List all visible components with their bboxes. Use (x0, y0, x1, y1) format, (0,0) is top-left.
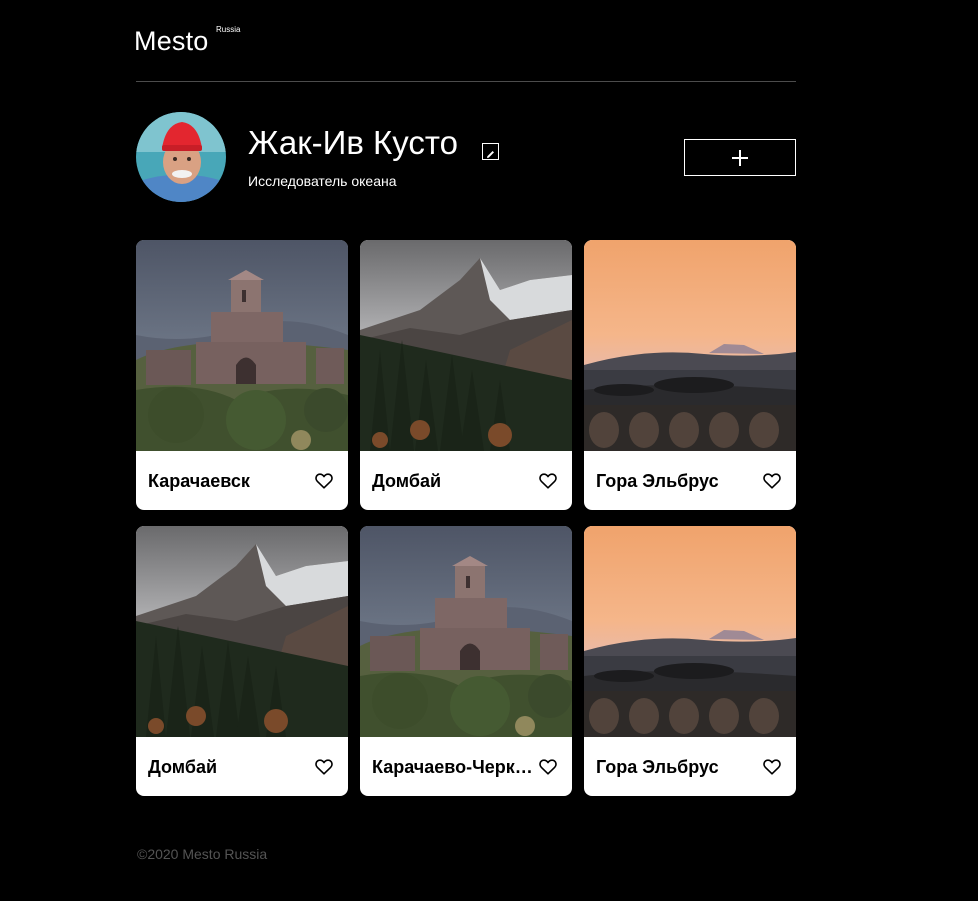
card-footer: Гора Эльбрус (584, 451, 796, 510)
logo-superscript: Russia (216, 25, 241, 34)
heart-icon (763, 759, 781, 775)
card-title: Домбай (372, 470, 442, 491)
heart-icon (763, 473, 781, 489)
card-title: Карачаевск (148, 470, 250, 491)
pencil-icon (486, 147, 495, 158)
card-title: Гора Эльбрус (596, 470, 719, 491)
profile-name: Жак-Ив Кусто (248, 124, 458, 161)
card: Домбай (360, 240, 572, 510)
like-button[interactable] (763, 759, 781, 775)
card-footer: Гора Эльбрус (584, 737, 796, 796)
like-button[interactable] (315, 473, 333, 489)
footer-copyright: ©2020 Mesto Russia (137, 846, 268, 862)
card: Домбай (136, 526, 348, 796)
card-footer: Домбай (360, 451, 572, 510)
like-button[interactable] (539, 759, 557, 775)
logo[interactable]: Mesto (134, 26, 209, 56)
like-button[interactable] (315, 759, 333, 775)
header: Mesto Russia (134, 0, 796, 82)
card-title: Карачаево-Черкесия (372, 756, 537, 777)
plus-icon (732, 149, 748, 166)
heart-icon (539, 473, 557, 489)
card: Гора Эльбрус (584, 240, 796, 510)
card-title: Гора Эльбрус (596, 756, 719, 777)
card-image[interactable] (136, 526, 348, 737)
card: Карачаевск (136, 240, 348, 510)
card: Карачаево-Черкесия (360, 526, 572, 796)
profile-about: Исследователь океана (248, 173, 397, 189)
card-footer: Карачаево-Черкесия (360, 737, 572, 796)
like-button[interactable] (763, 473, 781, 489)
edit-profile-button[interactable] (482, 143, 499, 160)
avatar[interactable] (136, 112, 226, 202)
cards-grid: Карачаевск Домбай Гора Эльбрус Домбай Ка… (136, 240, 796, 796)
heart-icon (315, 759, 333, 775)
add-card-button[interactable] (684, 139, 796, 176)
heart-icon (315, 473, 333, 489)
card-footer: Карачаевск (136, 451, 348, 510)
card-image[interactable] (136, 240, 348, 451)
heart-icon (539, 759, 557, 775)
card-image[interactable] (360, 240, 572, 451)
card: Гора Эльбрус (584, 526, 796, 796)
card-footer: Домбай (136, 737, 348, 796)
card-title: Домбай (148, 756, 218, 777)
page: Mesto Russia Жак-Ив Кусто Исследователь … (134, 0, 796, 796)
like-button[interactable] (539, 473, 557, 489)
card-image[interactable] (584, 526, 796, 737)
card-image[interactable] (584, 240, 796, 451)
card-image[interactable] (360, 526, 572, 737)
profile: Жак-Ив Кусто Исследователь океана (136, 82, 796, 242)
